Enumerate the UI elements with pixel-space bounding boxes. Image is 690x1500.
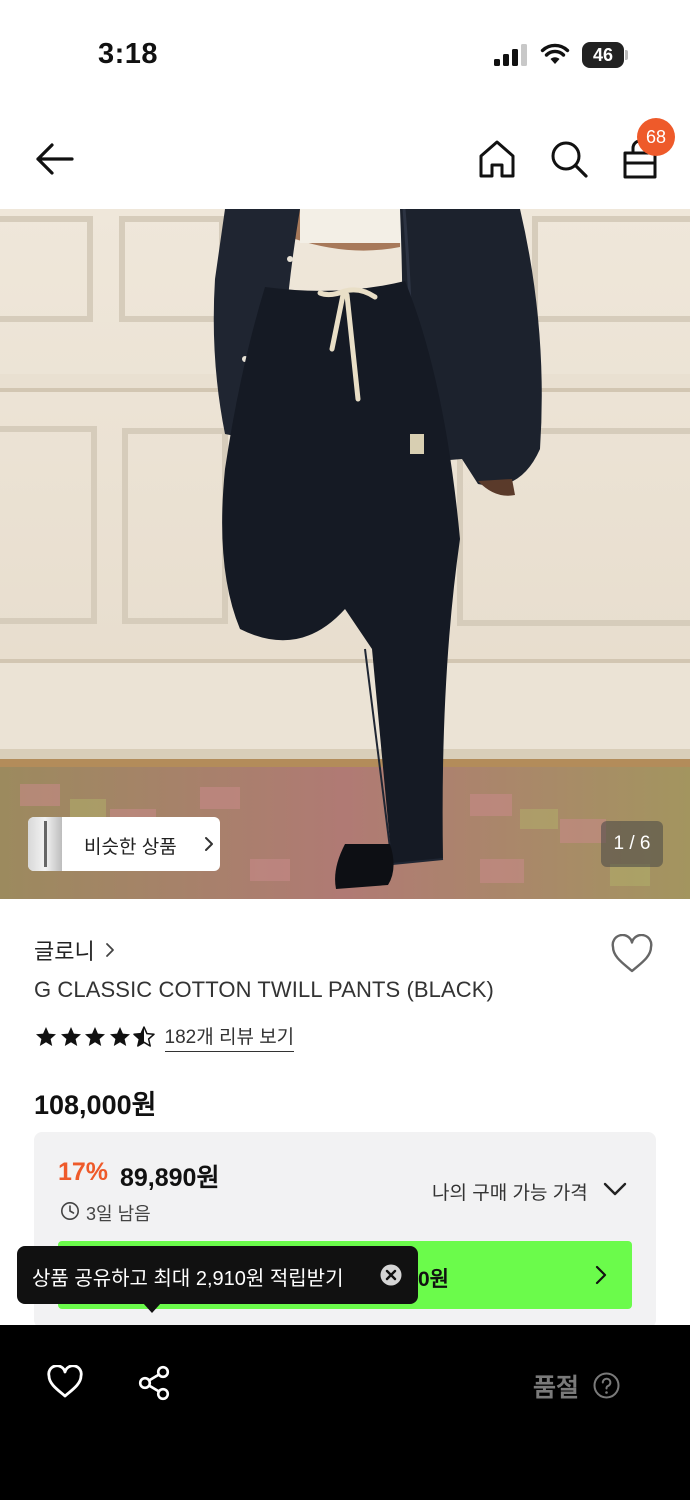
- chevron-right-icon: [205, 837, 213, 851]
- share-icon[interactable]: [136, 1365, 172, 1401]
- similar-products-button[interactable]: 비슷한 상품: [28, 817, 220, 871]
- heart-icon[interactable]: [46, 1365, 84, 1399]
- heart-icon[interactable]: [610, 934, 654, 974]
- status-bar: 3:18 46: [0, 0, 690, 110]
- chevron-right-icon: [105, 943, 114, 957]
- question-mark-icon[interactable]: [593, 1372, 620, 1399]
- star-full-icon: [85, 1027, 105, 1046]
- wifi-icon: [540, 43, 570, 64]
- sale-price: 89,890원: [120, 1164, 220, 1192]
- my-price-toggle[interactable]: 나의 구매 가능 가격: [432, 1178, 588, 1205]
- brand-name: 글로니: [34, 939, 95, 964]
- back-arrow-icon[interactable]: [32, 136, 78, 182]
- chevron-down-icon[interactable]: [602, 1180, 628, 1198]
- star-half-icon: [133, 1026, 155, 1047]
- sold-out-label: 품절: [533, 1374, 580, 1402]
- chevron-right-icon: [595, 1265, 607, 1285]
- star-full-icon: [36, 1027, 56, 1046]
- battery-level: 46: [582, 42, 624, 68]
- close-icon[interactable]: [380, 1264, 402, 1286]
- top-nav: [0, 110, 690, 208]
- discount-rate: 17%: [58, 1158, 109, 1186]
- product-photo: [0, 209, 690, 899]
- product-title: G CLASSIC COTTON TWILL PANTS (BLACK): [34, 977, 494, 1002]
- cellular-signal-icon: [494, 44, 527, 66]
- star-full-icon: [60, 1027, 81, 1046]
- search-icon[interactable]: [546, 136, 592, 182]
- tooltip-text: 상품 공유하고 최대 2,910원 적립받기: [32, 1268, 344, 1290]
- image-page-counter: 1 / 6: [601, 821, 663, 867]
- star-rating: [34, 1025, 157, 1049]
- reviews-link[interactable]: 182개 리뷰 보기: [164, 1022, 295, 1052]
- bottom-action-bar: [0, 1325, 690, 1500]
- rating-row: 182개 리뷰 보기: [34, 1022, 295, 1052]
- brand-link[interactable]: 글로니: [34, 935, 115, 965]
- cart-count-badge[interactable]: 68: [637, 118, 675, 156]
- original-price: 108,000원: [34, 1090, 157, 1120]
- status-time: 3:18: [98, 38, 159, 70]
- tooltip-pointer: [143, 1303, 161, 1313]
- star-full-icon: [109, 1027, 130, 1046]
- home-icon[interactable]: [474, 136, 520, 182]
- product-image[interactable]: [0, 209, 690, 899]
- time-left-text: 3일 남음: [86, 1204, 151, 1224]
- share-reward-tooltip: 상품 공유하고 최대 2,910원 적립받기: [17, 1246, 418, 1304]
- clock-icon: [61, 1202, 79, 1220]
- battery-icon: 46: [582, 42, 628, 68]
- similar-products-label: 비슷한 상품: [84, 837, 177, 858]
- coupon-price-text: 0원: [418, 1268, 449, 1291]
- similar-product-thumbnail: [28, 817, 62, 871]
